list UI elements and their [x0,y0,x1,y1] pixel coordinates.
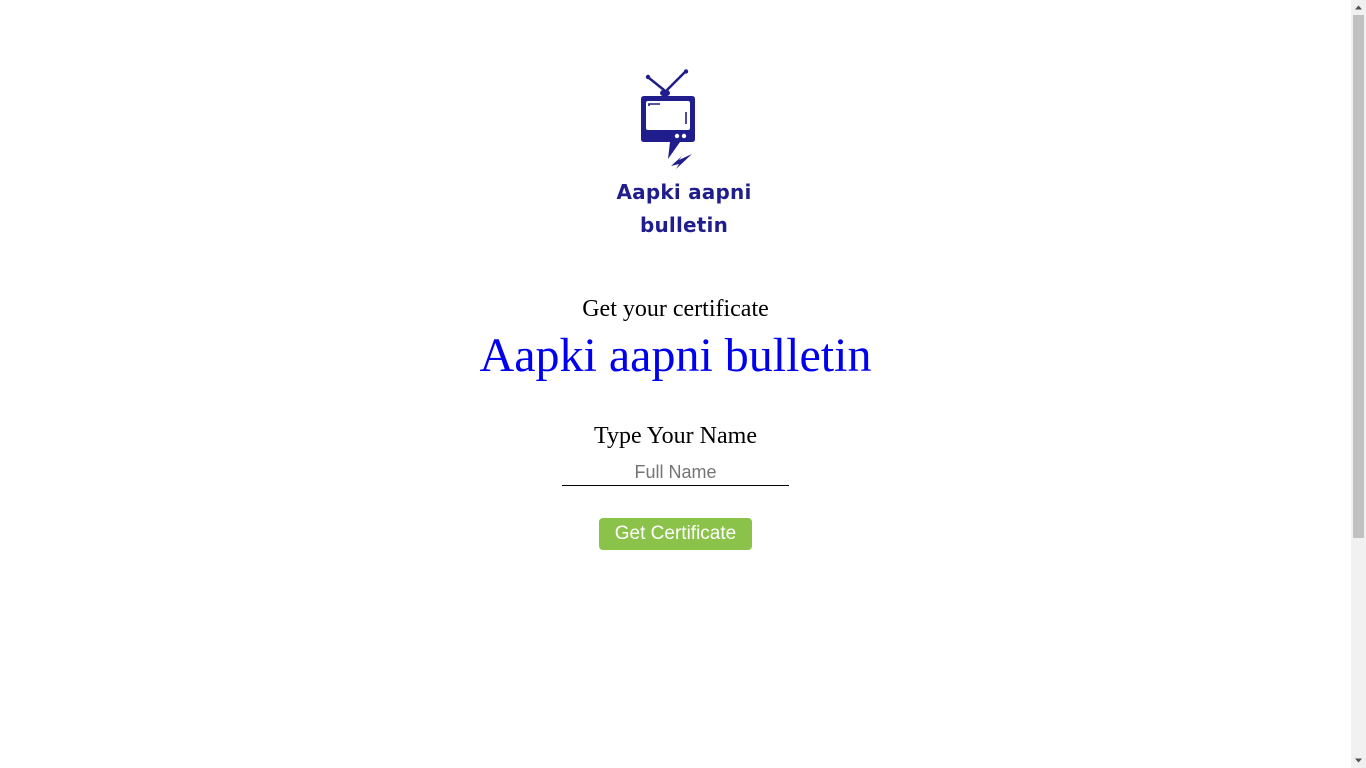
logo-text: Aapki aapni bulletin [608,176,760,242]
page-subtitle: Get your certificate [582,296,769,322]
logo-text-line2: bulletin [639,213,729,237]
scroll-up-arrow-icon[interactable] [1351,0,1366,15]
name-field-label: Type Your Name [594,423,757,449]
page-title: Aapki aapni bulletin [479,329,872,382]
logo-text-line1: Aapki aapni [616,180,752,204]
site-logo: Aapki aapni bulletin [608,66,760,246]
scroll-down-arrow-icon[interactable] [1351,753,1366,768]
get-certificate-button[interactable]: Get Certificate [599,518,752,550]
vertical-scrollbar[interactable] [1351,0,1366,768]
tv-icon [641,69,695,169]
full-name-input[interactable] [562,460,789,486]
page-viewport: Aapki aapni bulletin Get your certificat… [0,0,1351,768]
scrollbar-thumb[interactable] [1353,15,1364,538]
